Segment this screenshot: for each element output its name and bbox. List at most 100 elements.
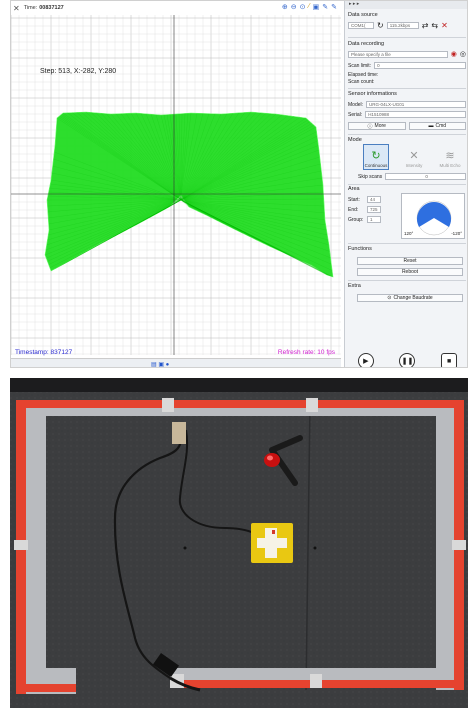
data-source-heading: Data source (348, 12, 378, 18)
refresh-green-icon: ↻ (371, 150, 381, 162)
camera-icon[interactable]: ▣ (313, 3, 320, 11)
area-diagram[interactable]: 120° -120° (401, 193, 465, 239)
skip-scans-row: Skip scans 0 (348, 173, 466, 180)
reboot-button[interactable]: Reboot (357, 268, 463, 276)
pin-icon[interactable]: ✎ (322, 3, 328, 11)
tools-icon[interactable]: ✕ (13, 4, 20, 13)
zoom-fit-icon[interactable]: ⊙ (300, 3, 306, 11)
end-input[interactable]: 725 (367, 206, 381, 213)
playback-controls: ▶ ❚❚ ■ (345, 353, 467, 367)
app-root: ✕ Time: 00837127 ⊕ ⊖ ⊙ ⁄ ▣ ✎ ✎ Step: 513… (0, 0, 476, 708)
mode-intensity-button[interactable]: ✕ Intensity (401, 144, 427, 170)
stop-record-icon[interactable]: ◎ (460, 50, 466, 58)
more-label: More (374, 123, 386, 129)
pause-button[interactable]: ❚❚ (399, 353, 416, 367)
toolbar: ✕ Time: 00837127 ⊕ ⊖ ⊙ ⁄ ▣ ✎ ✎ (11, 1, 341, 15)
zoom-out-icon[interactable]: ⊖ (291, 3, 297, 11)
file-input[interactable]: Please specify a file (348, 50, 448, 58)
cmd-button[interactable]: ▬ Cmd (408, 122, 466, 130)
view-tools: ⊕ ⊖ ⊙ ⁄ ▣ ✎ ✎ (282, 3, 337, 11)
extra-heading: Extra (348, 283, 361, 289)
stop-button[interactable]: ■ (441, 353, 458, 367)
scan-limit-row: Scan limit: 0 (348, 62, 466, 69)
pause-icon: ❚❚ (401, 358, 414, 365)
area-heading: Area (348, 186, 360, 192)
mode-intensity-label: Intensity (405, 163, 423, 168)
play-button[interactable]: ▶ (357, 353, 374, 367)
yellow-cube (251, 523, 293, 563)
ruler-icon[interactable]: ⁄ (308, 3, 309, 11)
more-button[interactable]: ⓘ More (348, 122, 406, 130)
start-input[interactable]: 44 (367, 196, 381, 203)
intensity-icon: ✕ (409, 150, 419, 162)
floor-mark (313, 546, 317, 550)
mode-multiecho-label: Multi Echo (439, 163, 461, 168)
file-row: Please specify a file ◉ ◎ (348, 50, 466, 58)
arena-photo (10, 378, 468, 708)
top-shadow (10, 378, 468, 392)
serial-value: H1510988 (365, 111, 466, 118)
end-label: End: (348, 206, 359, 213)
elapsed-row: Elapsed time: (348, 72, 466, 78)
data-source-row: COM1( ↻ 115.2kbps ⇄ ⇆ ✕ (348, 21, 466, 30)
scan-plot[interactable] (11, 15, 341, 355)
group-row: Group: 1 (348, 216, 381, 223)
refresh-icon[interactable]: ↻ (377, 21, 384, 30)
scan-limit-label: Scan limit: (348, 62, 372, 69)
serial-label: Serial: (348, 111, 363, 118)
group-input[interactable]: 1 (367, 216, 381, 223)
refresh-rate-label: Refresh rate: 10 fps (277, 349, 335, 356)
divider (348, 243, 466, 244)
pin2-icon[interactable]: ✎ (331, 3, 337, 11)
stop-icon: ■ (447, 357, 452, 365)
divider (348, 37, 466, 38)
baud-icon: ⊙ (387, 295, 392, 301)
elapsed-label: Elapsed time: (348, 72, 379, 78)
end-row: End: 725 (348, 206, 381, 213)
model-row: Model: URG-04LX-UG01 (348, 101, 466, 108)
reset-button[interactable]: Reset (357, 257, 463, 265)
scan-count-label: Scan count: (348, 79, 375, 85)
scan-limit-input[interactable]: 0 (374, 62, 466, 69)
divider (348, 134, 466, 135)
functions-heading: Functions (348, 246, 372, 252)
scan-view: ✕ Time: 00837127 ⊕ ⊖ ⊙ ⁄ ▣ ✎ ✎ Step: 513… (11, 1, 341, 368)
zoom-in-icon[interactable]: ⊕ (282, 3, 288, 11)
disconnect-icon[interactable]: ⇆ (431, 21, 438, 30)
time-value: 00837127 (39, 5, 64, 11)
urg-benri-window: ✕ Time: 00837127 ⊕ ⊖ ⊙ ⁄ ▣ ✎ ✎ Step: 513… (10, 0, 468, 368)
baud-select[interactable]: 115.2kbps (386, 22, 419, 29)
divider (348, 88, 466, 89)
serial-row: Serial: H1510988 (348, 111, 466, 118)
change-baudrate-label: Change Baudrate (393, 295, 433, 301)
terminal-icon: ▬ (428, 123, 434, 129)
timestamp-label: Timestamp: 837127 (15, 349, 73, 356)
status-icons: ▤ ▣ ● (151, 362, 170, 368)
start-row: Start: 44 (348, 196, 381, 203)
status-bar: ▤ ▣ ● (11, 358, 341, 368)
control-panel: ▸ ▸ ▸ Data source COM1( ↻ 115.2kbps ⇄ ⇆ … (344, 1, 467, 367)
info-icon: ⓘ (367, 123, 373, 130)
port-select[interactable]: COM1( (348, 22, 374, 29)
floor (10, 378, 468, 708)
group-label: Group: (348, 216, 364, 223)
mode-continuous-button[interactable]: ↻ Continuous (363, 144, 389, 170)
time-label: Time: (23, 5, 38, 11)
model-label: Model: (348, 101, 364, 108)
data-recording-heading: Data recording (348, 41, 385, 47)
cmd-label: Cmd (435, 123, 447, 129)
info-buttons-row: ⓘ More ▬ Cmd (348, 122, 466, 130)
step-readout: Step: 513, X:-282, Y:280 (40, 68, 117, 75)
mode-multiecho-button[interactable]: ≋ Multi Echo (437, 144, 463, 170)
start-label: Start: (348, 196, 360, 203)
skip-scans-label: Skip scans (358, 173, 383, 180)
record-icon[interactable]: ◉ (451, 50, 457, 58)
red-led-highlight (267, 455, 273, 461)
multiecho-icon: ≋ (445, 150, 455, 162)
skip-scans-input[interactable]: 0 (385, 173, 466, 180)
connect-icon[interactable]: ⇄ (422, 21, 429, 30)
close-icon[interactable]: ✕ (441, 21, 448, 30)
change-baudrate-button[interactable]: ⊙ Change Baudrate (357, 294, 463, 302)
play-icon: ▶ (363, 358, 369, 365)
mode-heading: Mode (348, 137, 362, 143)
